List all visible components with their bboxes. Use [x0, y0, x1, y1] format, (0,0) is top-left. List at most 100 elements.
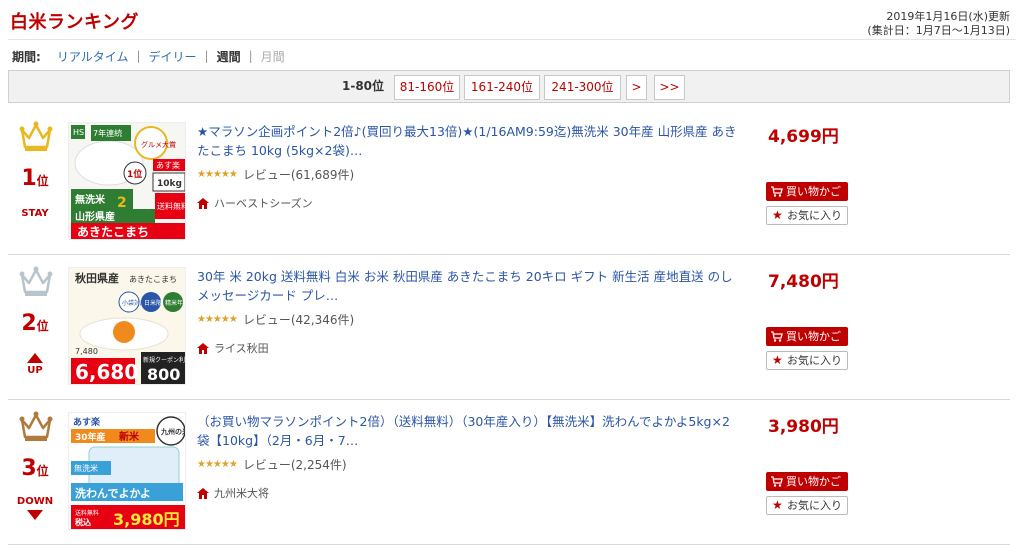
- trend-label: UP: [27, 365, 43, 376]
- trend-label: DOWN: [16, 496, 54, 507]
- period-selector: 期間: リアルタイム | デイリー | 週間 | 月間: [12, 48, 285, 64]
- period-range: (集計日：1月7日～1月13日): [867, 24, 1010, 37]
- page-header: 白米ランキング 2019年1月16日(水)更新 (集計日：1月7日～1月13日): [8, 6, 1016, 40]
- cart-icon: [771, 186, 783, 197]
- svg-text:あす楽: あす楽: [73, 416, 101, 428]
- down-arrow-icon: [27, 510, 43, 520]
- product-rating: ★★★★★ レビュー(42,346件): [197, 311, 737, 328]
- period-option-monthly: 月間: [260, 49, 285, 64]
- svg-text:洗わんでよかよ: 洗わんでよかよ: [75, 486, 151, 500]
- review-count-link[interactable]: レビュー(42,346件): [243, 311, 354, 328]
- rank-number: 3位: [21, 456, 49, 481]
- add-to-cart-button[interactable]: 買い物かご: [766, 182, 848, 201]
- product-info: 30年 米 20kg 送料無料 白米 お米 秋田県産 あきたこまち 20キロ ギ…: [197, 267, 737, 356]
- ranking-item-3: 3位 DOWN あす楽 30年産 新米 九州の米 無洗米 洗わんでよかよ 送料無…: [8, 400, 1010, 545]
- svg-text:2: 2: [117, 195, 127, 211]
- pager-current: 1-80位: [341, 79, 385, 93]
- shop-name-link[interactable]: ライス秋田: [214, 340, 269, 356]
- shop-name-link[interactable]: ハーベストシーズン: [214, 195, 313, 211]
- svg-text:1位: 1位: [127, 168, 142, 180]
- rating-stars-icon: ★★★★★: [197, 459, 238, 470]
- svg-text:税込: 税込: [75, 517, 91, 527]
- svg-text:精米年数18: 精米年数18: [165, 299, 186, 307]
- product-price: 3,980円: [768, 417, 839, 437]
- add-to-favorites-button[interactable]: ★ お気に入り: [766, 351, 848, 370]
- product-image[interactable]: あす楽 30年産 新米 九州の米 無洗米 洗わんでよかよ 送料無料 税込 3,9…: [68, 412, 186, 530]
- shop-home-icon: [197, 487, 209, 499]
- svg-text:新米: 新米: [119, 430, 140, 443]
- svg-text:HS: HS: [73, 128, 84, 137]
- add-to-favorites-button[interactable]: ★ お気に入り: [766, 206, 848, 225]
- product-title-link[interactable]: （お買い物マラソンポイント2倍）（送料無料）（30年産入り）【無洗米】洗わんでよ…: [197, 412, 737, 450]
- review-count-link[interactable]: レビュー(2,254件): [243, 456, 347, 473]
- trend-label: STAY: [21, 208, 49, 219]
- star-icon: ★: [772, 498, 783, 512]
- svg-text:グルメ大賞: グルメ大賞: [141, 140, 176, 149]
- pager-last[interactable]: >>: [654, 75, 685, 100]
- product-image[interactable]: HS 7年連続 グルメ大賞 あす楽 1位 10kg 無洗米 2 送料無料 山形県…: [68, 122, 186, 240]
- ranking-item-1: 1位 STAY HS 7年連続 グルメ大賞 あす楽 1位 10kg 無洗米 2 …: [8, 110, 1010, 255]
- svg-text:6,680: 6,680: [75, 360, 138, 384]
- svg-text:九州の米: 九州の米: [160, 427, 186, 436]
- bronze-crown-icon: [19, 411, 53, 441]
- svg-text:秋田県産: 秋田県産: [75, 271, 119, 285]
- svg-text:あきたこまち: あきたこまち: [129, 275, 177, 284]
- product-info: （お買い物マラソンポイント2倍）（送料無料）（30年産入り）【無洗米】洗わんでよ…: [197, 412, 737, 501]
- product-info: ★マラソン企画ポイント2倍♪(買回り最大13倍)★(1/16AM9:59迄)無洗…: [197, 122, 737, 211]
- rank-number: 2位: [21, 311, 49, 336]
- cart-icon: [771, 476, 783, 487]
- add-to-cart-button[interactable]: 買い物かご: [766, 327, 848, 346]
- pager-link-241-300[interactable]: 241-300位: [544, 75, 621, 100]
- svg-text:新規クーポン利用で: 新規クーポン利用で: [143, 356, 186, 364]
- pager-link-81-160[interactable]: 81-160位: [394, 75, 460, 100]
- shop-info: 九州米大将: [197, 485, 737, 501]
- rank-number: 1位: [21, 166, 49, 191]
- period-option-realtime[interactable]: リアルタイム: [57, 48, 129, 65]
- period-label: 期間:: [12, 49, 41, 64]
- add-to-favorites-button[interactable]: ★ お気に入り: [766, 496, 848, 515]
- up-arrow-icon: [27, 353, 43, 363]
- period-option-weekly: 週間: [216, 49, 241, 64]
- page-title: 白米ランキング: [10, 12, 139, 33]
- product-price: 7,480円: [768, 272, 839, 292]
- gold-crown-icon: [19, 121, 53, 151]
- star-icon: ★: [772, 208, 783, 222]
- cart-icon: [771, 331, 783, 342]
- product-image[interactable]: 秋田県産 あきたこまち 小袋対応 日米限定 精米年数18 7,480 6,680…: [68, 267, 186, 385]
- update-info: 2019年1月16日(水)更新 (集計日：1月7日～1月13日): [867, 10, 1010, 38]
- ranking-item-2: 2位 UP 秋田県産 あきたこまち 小袋対応 日米限定 精米年数18 7,480…: [8, 255, 1010, 400]
- pager-next[interactable]: >: [626, 75, 647, 100]
- shop-home-icon: [197, 342, 209, 354]
- rating-stars-icon: ★★★★★: [197, 314, 238, 325]
- rating-stars-icon: ★★★★★: [197, 169, 238, 180]
- product-rating: ★★★★★ レビュー(2,254件): [197, 456, 737, 473]
- svg-text:あきたこまち: あきたこまち: [77, 225, 149, 239]
- product-title-link[interactable]: ★マラソン企画ポイント2倍♪(買回り最大13倍)★(1/16AM9:59迄)無洗…: [197, 122, 737, 160]
- review-count-link[interactable]: レビュー(61,689件): [243, 166, 354, 183]
- period-separator: |: [204, 49, 209, 63]
- svg-text:30年産: 30年産: [75, 431, 106, 443]
- period-separator: |: [248, 49, 253, 63]
- pager-link-161-240[interactable]: 161-240位: [464, 75, 540, 100]
- product-price: 4,699円: [768, 127, 839, 147]
- svg-text:800: 800: [147, 365, 180, 384]
- pagination-bar: 1-80位 81-160位 161-240位 241-300位 > >>: [8, 70, 1010, 103]
- svg-text:無洗米: 無洗米: [75, 193, 106, 206]
- star-icon: ★: [772, 353, 783, 367]
- svg-text:送料無料: 送料無料: [75, 509, 99, 517]
- svg-text:3,980円: 3,980円: [113, 510, 180, 529]
- period-separator: |: [136, 49, 141, 63]
- period-option-daily[interactable]: デイリー: [149, 48, 197, 65]
- product-title-link[interactable]: 30年 米 20kg 送料無料 白米 お米 秋田県産 あきたこまち 20キロ ギ…: [197, 267, 737, 305]
- add-to-cart-button[interactable]: 買い物かご: [766, 472, 848, 491]
- shop-home-icon: [197, 197, 209, 209]
- silver-crown-icon: [19, 266, 53, 296]
- svg-text:7年連続: 7年連続: [93, 128, 122, 138]
- svg-text:7,480: 7,480: [75, 347, 98, 356]
- shop-name-link[interactable]: 九州米大将: [214, 485, 269, 501]
- shop-info: ライス秋田: [197, 340, 737, 356]
- shop-info: ハーベストシーズン: [197, 195, 737, 211]
- product-rating: ★★★★★ レビュー(61,689件): [197, 166, 737, 183]
- svg-text:無洗米: 無洗米: [74, 463, 98, 473]
- svg-text:あす楽: あす楽: [156, 160, 180, 170]
